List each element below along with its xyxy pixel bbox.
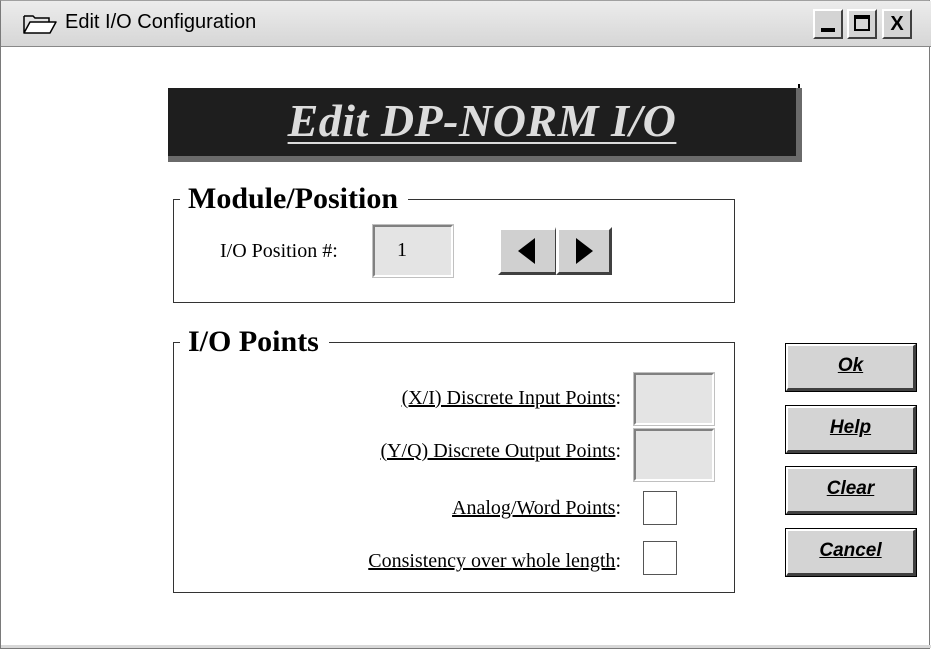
folder-open-icon	[23, 15, 57, 34]
next-position-button[interactable]	[556, 227, 612, 275]
close-icon: X	[890, 13, 904, 35]
analog-word-label: Analog/Word Points:	[452, 497, 621, 519]
io-points-group-label: I/O Points	[180, 327, 329, 357]
arrow-left-icon	[518, 238, 535, 264]
maximize-button[interactable]	[847, 9, 877, 39]
close-button[interactable]: X	[882, 9, 912, 39]
help-button[interactable]: Help	[785, 405, 917, 454]
arrow-right-icon	[576, 238, 593, 264]
discrete-input-label: (X/I) Discrete Input Points:	[401, 387, 621, 409]
module-position-group-label: Module/Position	[180, 184, 409, 214]
io-position-value: 1	[397, 239, 407, 261]
bottom-border	[1, 645, 931, 648]
previous-position-button[interactable]	[498, 227, 556, 275]
banner: Edit DP-NORM I/O	[168, 88, 802, 162]
minimize-button[interactable]	[813, 9, 843, 39]
window-title: Edit I/O Configuration	[65, 11, 257, 33]
maximize-icon	[854, 15, 870, 31]
minimize-icon	[821, 28, 835, 32]
io-position-field[interactable]: 1	[372, 224, 454, 278]
ok-button[interactable]: Ok	[785, 343, 917, 392]
clear-button[interactable]: Clear	[785, 466, 917, 515]
discrete-output-label: (Y/Q) Discrete Output Points:	[380, 440, 621, 462]
edit-io-config-window: Edit I/O Configuration X Edit DP-NORM I/…	[0, 0, 931, 649]
discrete-input-field[interactable]	[633, 372, 715, 426]
cancel-button[interactable]: Cancel	[785, 528, 917, 577]
analog-word-checkbox[interactable]	[643, 491, 677, 525]
title-bar[interactable]: Edit I/O Configuration X	[1, 1, 931, 47]
banner-title: Edit DP-NORM I/O	[287, 95, 677, 146]
consistency-label: Consistency over whole length:	[368, 550, 621, 572]
io-position-label: I/O Position #:	[220, 240, 338, 262]
discrete-output-field[interactable]	[633, 428, 715, 482]
consistency-checkbox[interactable]	[643, 541, 677, 575]
